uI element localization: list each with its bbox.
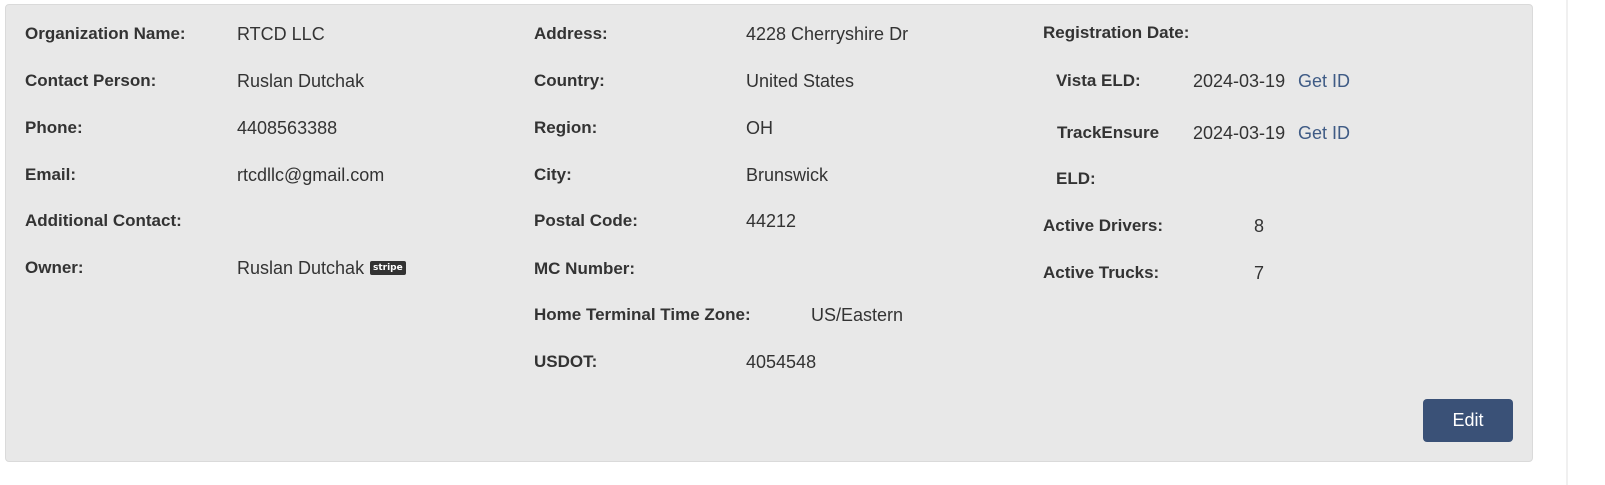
mc-number-label: MC Number: [534, 259, 636, 278]
active-drivers-value: 8 [1254, 216, 1265, 236]
postal-code-value: 44212 [746, 211, 797, 231]
phone-value: 4408563388 [237, 118, 338, 138]
country-value: United States [746, 71, 855, 91]
address-value: 4228 Cherryshire Dr [746, 24, 909, 44]
email-label: Email: [25, 165, 77, 184]
city-value: Brunswick [746, 165, 829, 185]
trackensure-eld-label-line2: ELD: [1056, 169, 1096, 188]
home-terminal-time-zone-label: Home Terminal Time Zone: [534, 305, 751, 324]
trackensure-eld-get-id-link[interactable]: Get ID [1298, 123, 1350, 143]
owner-label: Owner: [25, 258, 84, 277]
active-trucks-value: 7 [1254, 263, 1265, 283]
usdot-label: USDOT: [534, 352, 598, 371]
trackensure-eld-date: 2024-03-19 [1193, 123, 1286, 143]
registration-date-label: Registration Date: [1043, 23, 1190, 42]
email-value: rtcdllc@gmail.com [237, 165, 385, 185]
vista-eld-label: Vista ELD: [1056, 71, 1141, 90]
region-label: Region: [534, 118, 598, 137]
active-drivers-label: Active Drivers: [1043, 216, 1164, 235]
organization-name-value: RTCD LLC [237, 24, 325, 44]
scrollbar-track[interactable] [1566, 0, 1568, 485]
contact-person-value: Ruslan Dutchak [237, 71, 365, 91]
stripe-icon: stripe [370, 261, 406, 275]
vista-eld-date: 2024-03-19 [1193, 71, 1286, 91]
region-value: OH [746, 118, 773, 138]
home-terminal-time-zone-value: US/Eastern [811, 305, 904, 325]
contact-person-label: Contact Person: [25, 71, 157, 90]
vista-eld-get-id-link[interactable]: Get ID [1298, 71, 1350, 91]
organization-name-label: Organization Name: [25, 24, 186, 43]
active-trucks-label: Active Trucks: [1043, 263, 1160, 282]
owner-value: Ruslan Dutchak [237, 258, 365, 278]
phone-label: Phone: [25, 118, 83, 137]
country-label: Country: [534, 71, 605, 90]
city-label: City: [534, 165, 572, 184]
additional-contact-label: Additional Contact: [25, 211, 182, 230]
address-label: Address: [534, 24, 608, 43]
postal-code-label: Postal Code: [534, 211, 638, 230]
usdot-value: 4054548 [746, 352, 817, 372]
trackensure-eld-label-line1: TrackEnsure [1057, 123, 1160, 142]
edit-button[interactable]: Edit [1423, 399, 1513, 442]
